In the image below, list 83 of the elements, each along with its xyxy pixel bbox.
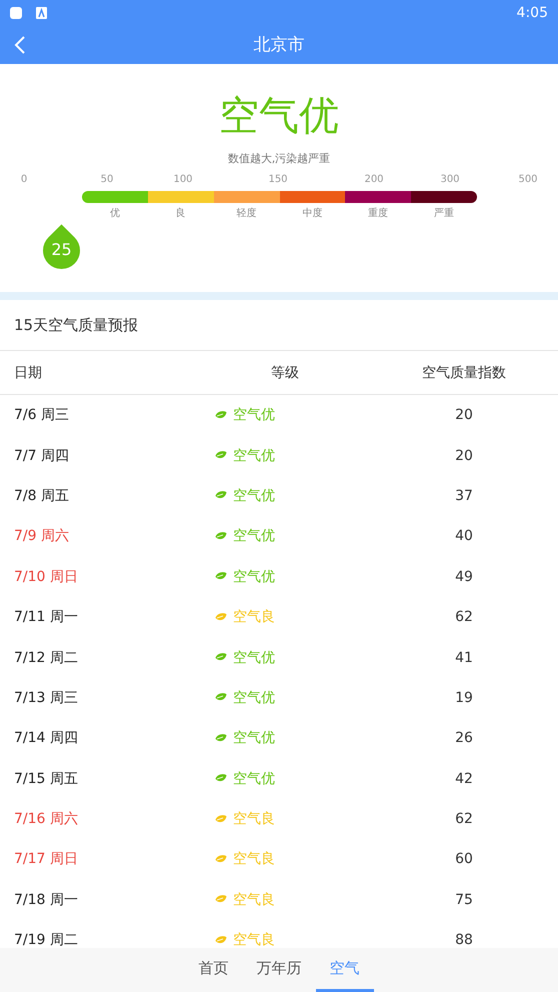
grade-cell: 空气良 bbox=[200, 810, 370, 828]
date-cell-text: 7/9 周六 bbox=[13, 527, 70, 546]
scale-tick: 100 bbox=[173, 174, 193, 185]
scale-tick: 150 bbox=[268, 174, 288, 185]
aqi-cell: 19 bbox=[455, 690, 473, 706]
aqi-cell: 41 bbox=[455, 650, 473, 666]
aqi-cell: 75 bbox=[455, 892, 473, 908]
grade-cell: 空气良 bbox=[200, 890, 370, 909]
date-cell-text: 7/19 周二 bbox=[13, 931, 79, 948]
band-label: 严重 bbox=[434, 206, 454, 220]
leaf-icon bbox=[214, 530, 228, 542]
column-header: 空气质量指数 bbox=[422, 364, 506, 382]
section-title: 15天空气质量预报 bbox=[14, 316, 138, 334]
grade-cell: 空气良 bbox=[200, 931, 370, 948]
grade-cell: 空气优 bbox=[200, 446, 370, 465]
aqi-cell: 40 bbox=[455, 528, 473, 544]
grade-cell: 空气优 bbox=[200, 729, 370, 748]
aqi-cell: 49 bbox=[455, 568, 473, 585]
band-label: 重度 bbox=[368, 206, 388, 220]
leaf-icon bbox=[214, 490, 228, 502]
scale-tick: 200 bbox=[364, 174, 384, 185]
leaf-icon bbox=[214, 854, 228, 865]
leaf-icon bbox=[214, 692, 228, 704]
grade-cell: 空气优 bbox=[200, 486, 370, 505]
status-time: 4:05 bbox=[516, 4, 548, 20]
aqi-cell: 62 bbox=[455, 609, 473, 626]
back-icon[interactable] bbox=[14, 35, 26, 55]
app-icon bbox=[10, 6, 22, 18]
grade-cell: 空气良 bbox=[200, 608, 370, 626]
date-cell-text: 7/16 周六 bbox=[13, 810, 79, 828]
date-cell-text: 7/6 周三 bbox=[13, 406, 70, 424]
air-quality-title: 空气优 bbox=[219, 92, 339, 141]
aqi-cell: 20 bbox=[455, 448, 473, 464]
scale-tick: 0 bbox=[20, 174, 28, 185]
scale-tick: 50 bbox=[100, 174, 114, 185]
grade-cell: 空气优 bbox=[200, 770, 370, 788]
date-cell-text: 7/8 周五 bbox=[13, 486, 70, 505]
grade-cell: 空气优 bbox=[200, 688, 370, 707]
leaf-icon bbox=[214, 814, 228, 825]
aqi-cell: 37 bbox=[455, 488, 473, 504]
leaf-icon bbox=[214, 450, 228, 462]
grade-cell: 空气优 bbox=[200, 406, 370, 424]
scale-tick: 300 bbox=[440, 174, 460, 185]
grade-cell: 空气优 bbox=[200, 648, 370, 667]
date-cell-text: 7/12 周二 bbox=[13, 648, 79, 667]
leaf-icon bbox=[214, 732, 228, 744]
aqi-cell: 20 bbox=[455, 407, 473, 424]
date-cell-text: 7/11 周一 bbox=[13, 608, 79, 626]
leaf-icon bbox=[214, 612, 228, 623]
date-cell-text: 7/10 周日 bbox=[13, 568, 79, 586]
app-icon bbox=[36, 6, 47, 18]
band-label: 轻度 bbox=[236, 206, 257, 220]
aqi-cell: 88 bbox=[455, 932, 473, 948]
aqi-cell: 60 bbox=[455, 851, 473, 868]
band-label: 优 bbox=[110, 207, 120, 220]
grade-cell: 空气优 bbox=[200, 527, 370, 546]
leaf-icon bbox=[214, 571, 228, 582]
leaf-icon bbox=[214, 934, 228, 946]
aqi-cell: 62 bbox=[455, 811, 473, 828]
aqi-cell: 26 bbox=[455, 730, 473, 746]
grade-cell: 空气良 bbox=[200, 850, 370, 868]
date-cell-text: 7/17 周日 bbox=[13, 850, 79, 868]
leaf-icon bbox=[214, 773, 228, 784]
aqi-cell: 42 bbox=[455, 770, 473, 787]
date-cell-text: 7/15 周五 bbox=[13, 770, 79, 788]
band-label: 中度 bbox=[302, 206, 322, 220]
grade-cell: 空气优 bbox=[200, 568, 370, 586]
scale-hint: 数值越大,污染越严重 bbox=[228, 151, 330, 166]
date-cell-text: 7/7 周四 bbox=[13, 446, 70, 465]
header-title: 北京市 bbox=[254, 34, 304, 56]
leaf-icon bbox=[214, 894, 228, 906]
date-cell-text: 7/14 周四 bbox=[13, 729, 79, 748]
scale-tick: 500 bbox=[518, 174, 538, 185]
nav-tab[interactable]: 万年历 bbox=[242, 948, 316, 992]
leaf-icon bbox=[214, 410, 228, 421]
leaf-icon bbox=[214, 652, 228, 664]
date-cell-text: 7/13 周三 bbox=[13, 688, 79, 707]
aqi-value: 25 bbox=[50, 240, 73, 259]
band-label: 良 bbox=[176, 206, 186, 220]
date-cell-text: 7/18 周一 bbox=[13, 890, 79, 909]
column-header: 日期 bbox=[13, 364, 42, 382]
nav-tab[interactable]: 首页 bbox=[184, 948, 242, 992]
column-header: 等级 bbox=[271, 364, 299, 382]
